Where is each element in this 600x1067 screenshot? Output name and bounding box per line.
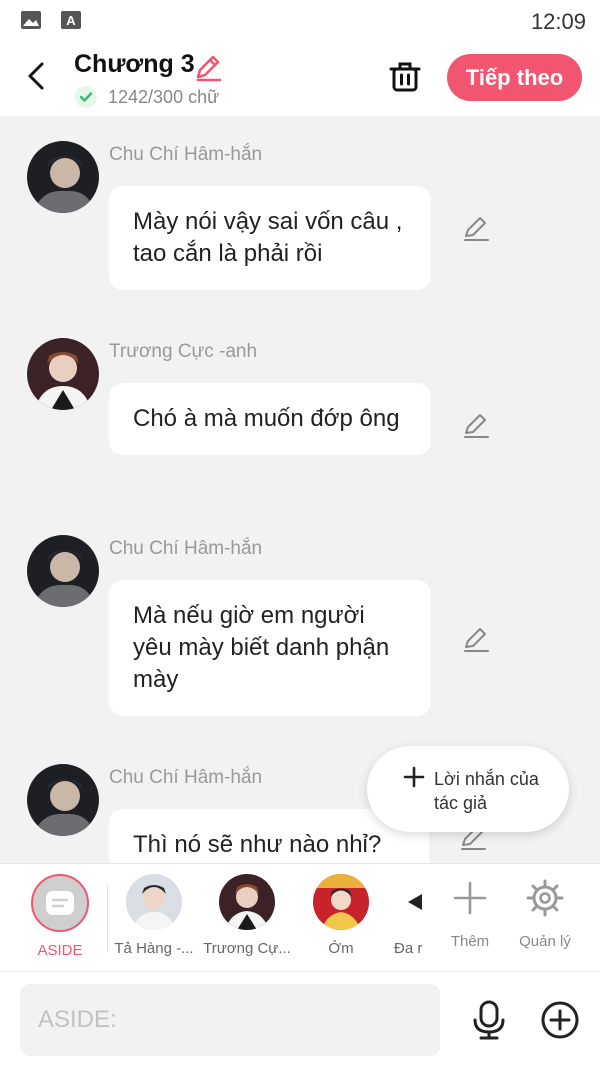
word-count: 1242/300 chữ xyxy=(108,87,220,107)
character-label: Tả Hàng -... xyxy=(114,940,194,957)
font-a-icon: A xyxy=(61,11,81,29)
avatar[interactable] xyxy=(27,535,99,607)
check-circle-icon xyxy=(75,86,97,108)
avatar[interactable] xyxy=(27,338,99,410)
character-item[interactable]: Tả Hàng -... xyxy=(109,874,199,957)
status-bar: A 12:09 xyxy=(0,0,600,44)
avatar xyxy=(126,874,182,930)
aside-avatar xyxy=(31,874,89,932)
image-icon xyxy=(21,11,41,29)
add-circle-icon[interactable] xyxy=(540,1000,580,1040)
next-button[interactable]: Tiếp theo xyxy=(447,54,582,101)
trash-icon[interactable] xyxy=(386,58,424,96)
avatar[interactable] xyxy=(27,764,99,836)
character-aside[interactable]: ASIDE xyxy=(15,874,105,959)
avatar[interactable] xyxy=(27,141,99,213)
character-item[interactable]: Đa r xyxy=(380,874,430,957)
avatar xyxy=(408,874,430,930)
character-item[interactable]: Ởm xyxy=(296,874,386,957)
author-note-button[interactable]: Lời nhắn của tác giả xyxy=(367,746,569,832)
edit-title-icon[interactable] xyxy=(193,52,223,82)
manage-characters-button[interactable]: Quản lý xyxy=(505,878,585,950)
message-bubble[interactable]: Mày nói vậy sai vốn câu , tao cắn là phả… xyxy=(109,186,431,290)
character-name: Chu Chí Hâm-hắn xyxy=(109,538,263,559)
avatar xyxy=(219,874,275,930)
divider xyxy=(107,884,108,952)
character-label: ASIDE xyxy=(37,942,83,959)
character-item[interactable]: Trương Cự... xyxy=(202,874,292,957)
edit-message-icon[interactable] xyxy=(461,213,491,243)
microphone-icon[interactable] xyxy=(470,1000,508,1040)
composer-bar xyxy=(0,971,600,1067)
manage-characters-label: Quản lý xyxy=(519,933,571,950)
back-icon[interactable] xyxy=(20,58,56,94)
message-bubble[interactable]: Chó à mà muốn đớp ông xyxy=(109,383,431,455)
chapter-title[interactable]: Chương 3 xyxy=(74,50,195,79)
character-label: Trương Cự... xyxy=(203,940,291,957)
svg-text:A: A xyxy=(66,13,76,28)
narration-icon xyxy=(46,891,74,915)
character-name: Chu Chí Hâm-hắn xyxy=(109,767,263,788)
editor-header: Chương 3 1242/300 chữ Tiếp theo xyxy=(0,44,600,116)
character-name: Chu Chí Hâm-hắn xyxy=(109,144,263,165)
add-character-button[interactable]: Thêm xyxy=(430,878,510,950)
plus-icon xyxy=(403,766,425,788)
plus-icon xyxy=(453,881,487,915)
gear-icon xyxy=(526,879,564,917)
avatar xyxy=(313,874,369,930)
character-label: Đa r xyxy=(394,940,423,957)
character-name: Trương Cực -anh xyxy=(109,341,258,362)
edit-message-icon[interactable] xyxy=(461,410,491,440)
character-label: Ởm xyxy=(328,940,354,957)
message-bubble[interactable]: Mà nếu giờ em người yêu mày biết danh ph… xyxy=(109,580,431,716)
message-input[interactable] xyxy=(20,984,440,1056)
character-bar: ASIDE Tả Hàng -... Trương Cự... Ởm Đa r … xyxy=(0,863,600,971)
author-note-label: Lời nhắn của tác giả xyxy=(434,769,539,813)
clock: 12:09 xyxy=(530,9,586,34)
edit-message-icon[interactable] xyxy=(461,624,491,654)
add-character-label: Thêm xyxy=(450,933,490,950)
